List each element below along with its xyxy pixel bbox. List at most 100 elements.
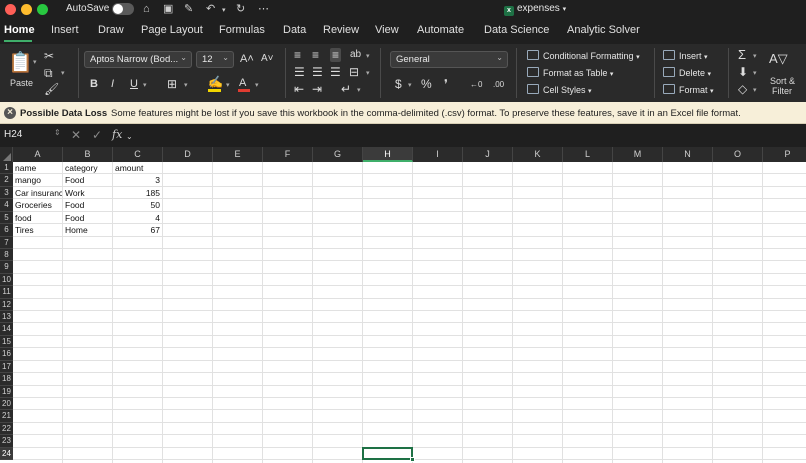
cell-b2[interactable]: Food xyxy=(63,174,112,186)
row-header-5[interactable]: 5 xyxy=(0,211,13,225)
select-all-button[interactable] xyxy=(0,147,13,162)
font-color-icon[interactable]: A xyxy=(239,76,246,90)
delete-cells-button[interactable]: Delete ▾ xyxy=(663,67,711,78)
selected-cell-highlight[interactable] xyxy=(362,446,413,461)
save-icon[interactable]: ▣ xyxy=(163,2,173,16)
font-color-dropdown-icon[interactable]: ▾ xyxy=(255,81,259,89)
column-header-c[interactable]: C xyxy=(113,147,163,162)
format-as-table-button[interactable]: Format as Table ▾ xyxy=(527,67,613,78)
undo-icon[interactable]: ↶ xyxy=(206,2,215,16)
decrease-decimal-icon[interactable]: .00 xyxy=(493,78,504,92)
close-message-icon[interactable]: × xyxy=(4,107,16,119)
clear-icon[interactable]: ◇ xyxy=(738,82,747,96)
cell-a3[interactable]: Car insurance xyxy=(13,187,62,199)
cut-icon[interactable]: ✂ xyxy=(44,49,54,63)
minimize-window-button[interactable] xyxy=(21,4,32,15)
row-header-22[interactable]: 22 xyxy=(0,422,13,436)
bold-button[interactable]: B xyxy=(90,77,98,91)
tab-page-layout[interactable]: Page Layout xyxy=(141,24,203,36)
paste-dropdown-icon[interactable]: ▾ xyxy=(33,58,37,66)
comma-style-icon[interactable]: ❜ xyxy=(444,77,448,91)
borders-dropdown-icon[interactable]: ▾ xyxy=(184,81,188,89)
cell-a6[interactable]: Tires xyxy=(13,224,62,236)
save-as-icon[interactable]: ✎ xyxy=(184,2,193,16)
row-header-17[interactable]: 17 xyxy=(0,360,13,374)
row-header-16[interactable]: 16 xyxy=(0,348,13,361)
column-header-p[interactable]: P xyxy=(763,147,806,162)
insert-function-button[interactable]: fx xyxy=(112,128,122,142)
tab-data-science[interactable]: Data Science xyxy=(484,24,549,36)
merge-center-icon[interactable]: ⊟ xyxy=(349,65,359,79)
format-cells-button[interactable]: Format ▾ xyxy=(663,84,714,95)
align-bottom-icon[interactable]: ≡ xyxy=(330,48,342,62)
column-header-n[interactable]: N xyxy=(663,147,713,162)
chevron-down-icon[interactable]: ⌄ xyxy=(126,130,133,144)
cell-c4[interactable]: 50 xyxy=(113,199,162,211)
name-box-stepper-icon[interactable]: ⇕ xyxy=(54,126,61,140)
row-header-8[interactable]: 8 xyxy=(0,248,13,262)
redo-icon[interactable]: ↻ xyxy=(236,2,245,16)
column-header-e[interactable]: E xyxy=(213,147,263,162)
currency-icon[interactable]: $ xyxy=(395,77,402,91)
tab-automate[interactable]: Automate xyxy=(417,24,464,36)
autosave-toggle[interactable] xyxy=(112,3,134,15)
document-title[interactable]: x expenses ▾ xyxy=(504,3,566,16)
borders-icon[interactable]: ⊞ xyxy=(167,77,177,91)
home-icon[interactable]: ⌂ xyxy=(143,2,150,16)
cell-c2[interactable]: 3 xyxy=(113,174,162,186)
cell-styles-button[interactable]: Cell Styles ▾ xyxy=(527,84,592,95)
align-left-icon[interactable]: ☰ xyxy=(294,65,305,79)
cell-a1[interactable]: name xyxy=(13,162,62,174)
tab-draw[interactable]: Draw xyxy=(98,24,124,36)
cell-b3[interactable]: Work xyxy=(63,187,112,199)
row-header-18[interactable]: 18 xyxy=(0,373,13,386)
increase-decimal-icon[interactable]: ←0 xyxy=(470,78,482,92)
cell-b6[interactable]: Home xyxy=(63,224,112,236)
autosum-dropdown-icon[interactable]: ▾ xyxy=(753,52,757,60)
align-right-icon[interactable]: ☰ xyxy=(330,65,341,79)
row-header-14[interactable]: 14 xyxy=(0,323,13,336)
undo-dropdown-icon[interactable]: ▾ xyxy=(222,4,226,18)
column-header-j[interactable]: J xyxy=(463,147,513,162)
font-size-dropdown[interactable]: 12 ⌄ xyxy=(196,51,234,68)
format-painter-icon[interactable]: 🖌 xyxy=(44,82,59,96)
tab-view[interactable]: View xyxy=(375,24,399,36)
orientation-icon[interactable]: ab xyxy=(350,48,361,62)
cell-b1[interactable]: category xyxy=(63,162,112,174)
tab-insert[interactable]: Insert xyxy=(51,24,79,36)
tab-review[interactable]: Review xyxy=(323,24,359,36)
column-header-i[interactable]: I xyxy=(413,147,463,162)
decrease-indent-icon[interactable]: ⇤ xyxy=(294,82,304,96)
number-format-dropdown[interactable]: General ⌄ xyxy=(390,51,508,68)
conditional-formatting-button[interactable]: Conditional Formatting ▾ xyxy=(527,50,640,61)
row-header-2[interactable]: 2 xyxy=(0,174,13,187)
wrap-text-icon[interactable]: ↵ xyxy=(341,82,351,96)
italic-button[interactable]: I xyxy=(111,77,114,91)
row-header-11[interactable]: 11 xyxy=(0,286,13,299)
row-header-10[interactable]: 10 xyxy=(0,273,13,287)
sort-filter-label[interactable]: Sort & xyxy=(770,76,795,86)
row-header-4[interactable]: 4 xyxy=(0,199,13,212)
fill-handle[interactable] xyxy=(410,457,415,463)
row-header-15[interactable]: 15 xyxy=(0,335,13,349)
tab-analytic-solver[interactable]: Analytic Solver xyxy=(567,24,640,36)
column-header-h[interactable]: H xyxy=(363,147,413,162)
copy-icon[interactable]: ⧉ xyxy=(44,66,53,80)
insert-cells-button[interactable]: Insert ▾ xyxy=(663,50,708,61)
cell-a2[interactable]: mango xyxy=(13,174,62,186)
fill-color-dropdown-icon[interactable]: ▾ xyxy=(226,81,230,89)
cancel-icon[interactable]: ✕ xyxy=(71,128,81,142)
row-header-3[interactable]: 3 xyxy=(0,186,13,200)
cell-c5[interactable]: 4 xyxy=(113,212,162,224)
sort-filter-label-2[interactable]: Filter xyxy=(772,86,792,96)
fill-color-icon[interactable]: ✍ xyxy=(208,75,223,89)
row-header-6[interactable]: 6 xyxy=(0,224,13,237)
tab-data[interactable]: Data xyxy=(283,24,306,36)
row-header-9[interactable]: 9 xyxy=(0,261,13,274)
tab-formulas[interactable]: Formulas xyxy=(219,24,265,36)
align-middle-icon[interactable]: ≡ xyxy=(312,48,319,62)
increase-font-size-icon[interactable]: A˄ xyxy=(240,52,254,66)
percent-icon[interactable]: % xyxy=(421,77,432,91)
sort-filter-icon[interactable]: A▽ xyxy=(769,52,788,66)
row-header-12[interactable]: 12 xyxy=(0,298,13,312)
